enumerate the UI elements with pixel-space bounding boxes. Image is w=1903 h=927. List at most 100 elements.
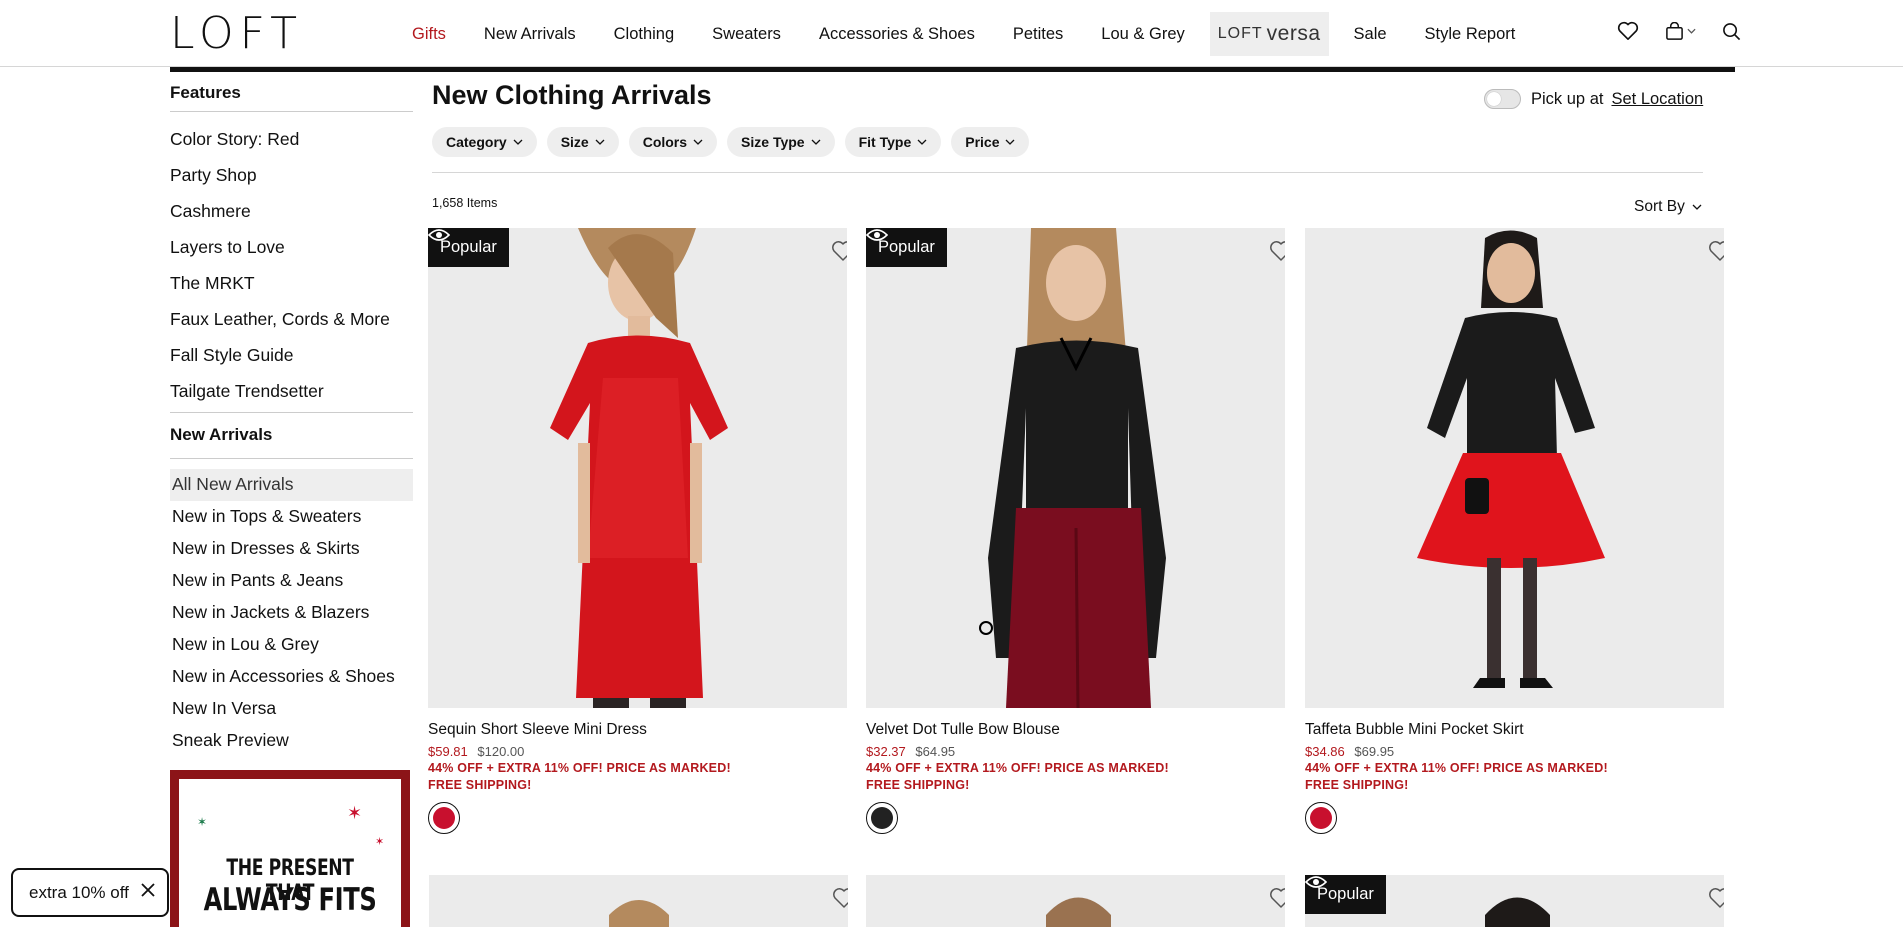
nav-new-arrivals[interactable]: New Arrivals xyxy=(465,12,595,56)
nav-sweaters[interactable]: Sweaters xyxy=(693,12,800,56)
sale-price: $59.81 xyxy=(428,744,468,759)
swatch-fill xyxy=(433,807,455,829)
chevron-down-icon xyxy=(513,139,523,145)
product-card[interactable] xyxy=(429,875,848,927)
sidebar-item-tailgate[interactable]: Tailgate Trendsetter xyxy=(170,374,413,410)
sidebar-item-fall-style[interactable]: Fall Style Guide xyxy=(170,338,413,374)
filter-divider xyxy=(432,172,1703,173)
sidebar-item-new-jackets[interactable]: New in Jackets & Blazers xyxy=(170,597,413,629)
product-price: $32.37 $64.95 xyxy=(866,744,1285,761)
features-heading: Features xyxy=(170,78,413,112)
shipping-message: FREE SHIPPING! xyxy=(1305,778,1409,792)
filter-colors[interactable]: Colors xyxy=(628,127,718,157)
nav-petites[interactable]: Petites xyxy=(994,12,1082,56)
popular-badge: Popular xyxy=(1305,875,1386,914)
color-swatch[interactable] xyxy=(428,802,460,834)
search-icon[interactable] xyxy=(1722,22,1741,41)
filter-label: Category xyxy=(446,134,507,150)
shipping-message: FREE SHIPPING! xyxy=(428,778,532,792)
filter-category[interactable]: Category xyxy=(432,127,537,157)
pickup-toggle[interactable] xyxy=(1484,89,1521,109)
eye-icon xyxy=(866,229,888,241)
sidebar-item-new-pants[interactable]: New in Pants & Jeans xyxy=(170,565,413,597)
product-image[interactable]: Popular xyxy=(866,228,1285,708)
sidebar-item-mrkt[interactable]: The MRKT xyxy=(170,266,413,302)
product-photo-illustration xyxy=(1305,228,1724,708)
sort-by-dropdown[interactable]: Sort By xyxy=(1634,198,1702,216)
filter-price[interactable]: Price xyxy=(951,127,1030,157)
sidebar-item-layers[interactable]: Layers to Love xyxy=(170,230,413,266)
chevron-down-icon xyxy=(917,139,927,145)
nav-sale[interactable]: Sale xyxy=(1335,12,1406,56)
original-price: $64.95 xyxy=(915,744,956,759)
product-price: $34.86 $69.95 xyxy=(1305,744,1724,761)
product-name[interactable]: Taffeta Bubble Mini Pocket Skirt xyxy=(1305,721,1724,741)
header-icons xyxy=(1617,21,1741,41)
filter-bar: Category Size Colors Size Type Fit Type … xyxy=(432,127,1030,157)
sidebar-item-faux-leather[interactable]: Faux Leather, Cords & More xyxy=(170,302,413,338)
promo-message: 44% OFF + EXTRA 11% OFF! PRICE AS MARKED… xyxy=(428,761,731,775)
chevron-down-icon xyxy=(1692,204,1702,210)
nav-clothing[interactable]: Clothing xyxy=(595,12,694,56)
popular-badge: Popular xyxy=(866,228,947,267)
product-image[interactable] xyxy=(429,875,848,927)
product-image[interactable]: Popular xyxy=(428,228,847,708)
promo-message: 44% OFF + EXTRA 11% OFF! PRICE AS MARKED… xyxy=(1305,761,1608,775)
sidebar-item-new-tops[interactable]: New in Tops & Sweaters xyxy=(170,501,413,533)
product-image[interactable] xyxy=(866,875,1285,927)
product-price: $59.81 $120.00 xyxy=(428,744,847,761)
color-swatch[interactable] xyxy=(1305,802,1337,834)
product-image[interactable] xyxy=(1305,228,1724,708)
sidebar-item-cashmere[interactable]: Cashmere xyxy=(170,194,413,230)
offer-pill[interactable]: extra 10% off xyxy=(11,868,169,917)
promo-panel: ✶ ✶ ✶ THE PRESENT THAT ALWAYS FITS xyxy=(179,779,401,927)
sidebar-item-new-versa[interactable]: New In Versa xyxy=(170,693,413,725)
product-name[interactable]: Sequin Short Sleeve Mini Dress xyxy=(428,721,847,741)
bag-icon[interactable] xyxy=(1665,21,1696,41)
sidebar-item-all-new[interactable]: All New Arrivals xyxy=(170,469,413,501)
product-card[interactable]: Popular xyxy=(1305,875,1724,927)
filter-fit-type[interactable]: Fit Type xyxy=(844,127,942,157)
product-card[interactable]: Taffeta Bubble Mini Pocket Skirt $34.86 … xyxy=(1305,228,1724,834)
original-price: $120.00 xyxy=(477,744,525,759)
sparkle-icon: ✶ xyxy=(375,836,385,848)
sidebar-item-sneak-preview[interactable]: Sneak Preview xyxy=(170,725,413,757)
sidebar-item-new-dresses[interactable]: New in Dresses & Skirts xyxy=(170,533,413,565)
sidebar-item-color-story[interactable]: Color Story: Red xyxy=(170,122,413,158)
product-card[interactable] xyxy=(866,875,1285,927)
new-arrivals-heading: New Arrivals xyxy=(170,413,413,459)
product-card[interactable]: Popular Sequin Short Sleeve Mini Dress $… xyxy=(428,228,847,834)
gift-card-promo[interactable]: ✶ ✶ ✶ THE PRESENT THAT ALWAYS FITS xyxy=(170,770,410,927)
product-image[interactable]: Popular xyxy=(1305,875,1724,927)
promo-message: 44% OFF + EXTRA 11% OFF! PRICE AS MARKED… xyxy=(866,761,1169,775)
original-price: $69.95 xyxy=(1354,744,1395,759)
page-title: New Clothing Arrivals xyxy=(432,80,712,110)
nav-style-report[interactable]: Style Report xyxy=(1406,12,1535,56)
set-location-link[interactable]: Set Location xyxy=(1611,90,1703,109)
nav-accessories-shoes[interactable]: Accessories & Shoes xyxy=(800,12,994,56)
filter-label: Fit Type xyxy=(858,134,912,150)
pickup-location: Pick up at Set Location xyxy=(1484,89,1703,109)
nav-loft-versa[interactable]: LOFT versa xyxy=(1209,12,1329,56)
product-card[interactable]: Popular Velvet Dot Tulle Bow Blouse $32.… xyxy=(866,228,1285,834)
product-name[interactable]: Velvet Dot Tulle Bow Blouse xyxy=(866,721,1285,741)
nav-gifts[interactable]: Gifts xyxy=(393,12,465,56)
item-count: 1,658 Items xyxy=(432,196,498,210)
loft-logo[interactable]: LOFT xyxy=(170,12,303,56)
filter-label: Colors xyxy=(642,134,688,150)
sidebar-item-new-accessories[interactable]: New in Accessories & Shoes xyxy=(170,661,413,693)
popular-badge: Popular xyxy=(428,228,509,267)
shipping-message: FREE SHIPPING! xyxy=(866,778,970,792)
header-accent-bar xyxy=(170,67,1735,72)
heart-icon[interactable] xyxy=(1617,21,1639,41)
filter-label: Size xyxy=(560,134,589,150)
nav-lou-grey[interactable]: Lou & Grey xyxy=(1082,12,1203,56)
sparkle-icon: ✶ xyxy=(347,803,363,823)
close-icon[interactable] xyxy=(141,882,155,902)
sidebar-item-new-lou-grey[interactable]: New in Lou & Grey xyxy=(170,629,413,661)
product-photo-illustration xyxy=(866,228,1285,708)
filter-size[interactable]: Size xyxy=(546,127,619,157)
sidebar-item-party-shop[interactable]: Party Shop xyxy=(170,158,413,194)
color-swatch[interactable] xyxy=(866,802,898,834)
filter-size-type[interactable]: Size Type xyxy=(727,127,835,157)
